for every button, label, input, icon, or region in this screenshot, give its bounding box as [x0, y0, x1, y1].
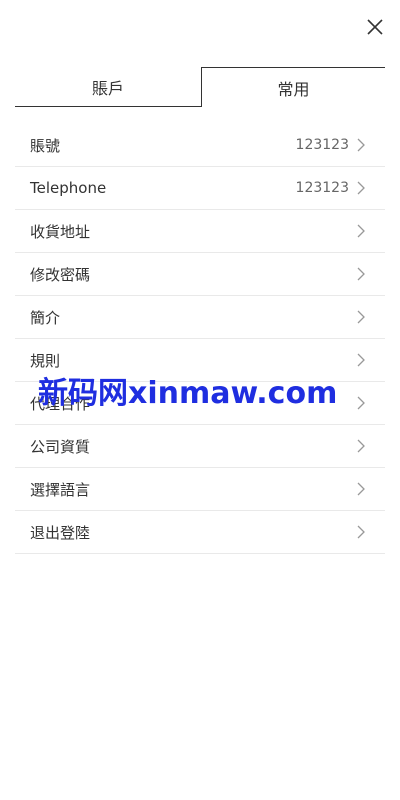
chevron-right-icon: [357, 482, 365, 496]
menu-item-label: 賬號: [30, 136, 61, 155]
menu-item-select-language[interactable]: 選擇語言: [15, 468, 385, 511]
menu-item-account-number[interactable]: 賬號 123123: [15, 124, 385, 167]
tab-bar: 賬戶 常用: [15, 67, 385, 107]
menu-item-label: 公司資質: [30, 437, 91, 456]
close-icon: [367, 19, 383, 35]
chevron-right-icon: [357, 396, 365, 410]
chevron-right-icon: [357, 525, 365, 539]
menu-item-company-qualifications[interactable]: 公司資質: [15, 425, 385, 468]
tab-account[interactable]: 賬戶: [15, 67, 201, 107]
menu-item-label: 簡介: [30, 308, 61, 327]
chevron-right-icon: [357, 224, 365, 238]
menu-item-telephone[interactable]: Telephone 123123: [15, 167, 385, 210]
menu-item-logout[interactable]: 退出登陸: [15, 511, 385, 554]
menu-item-label: 規則: [30, 351, 61, 370]
close-button[interactable]: [366, 18, 384, 36]
menu-item-label: Telephone: [30, 179, 107, 197]
chevron-right-icon: [357, 138, 365, 152]
menu-item-label: 收貨地址: [30, 222, 91, 241]
chevron-right-icon: [357, 181, 365, 195]
settings-menu: 賬號 123123 Telephone 123123 收貨地址 修改密碼 簡介 …: [15, 124, 385, 554]
chevron-right-icon: [357, 353, 365, 367]
chevron-right-icon: [357, 310, 365, 324]
menu-item-rules[interactable]: 規則: [15, 339, 385, 382]
menu-item-value: 123123: [295, 137, 349, 153]
tab-common[interactable]: 常用: [201, 67, 385, 107]
menu-item-change-password[interactable]: 修改密碼: [15, 253, 385, 296]
menu-item-label: 退出登陸: [30, 523, 91, 542]
menu-item-value: 123123: [295, 180, 349, 196]
chevron-right-icon: [357, 267, 365, 281]
menu-item-shipping-address[interactable]: 收貨地址: [15, 210, 385, 253]
chevron-right-icon: [357, 439, 365, 453]
menu-item-label: 代理合作: [30, 394, 91, 413]
menu-item-label: 選擇語言: [30, 480, 91, 499]
menu-item-agent-cooperation[interactable]: 代理合作: [15, 382, 385, 425]
menu-item-introduction[interactable]: 簡介: [15, 296, 385, 339]
menu-item-label: 修改密碼: [30, 265, 91, 284]
